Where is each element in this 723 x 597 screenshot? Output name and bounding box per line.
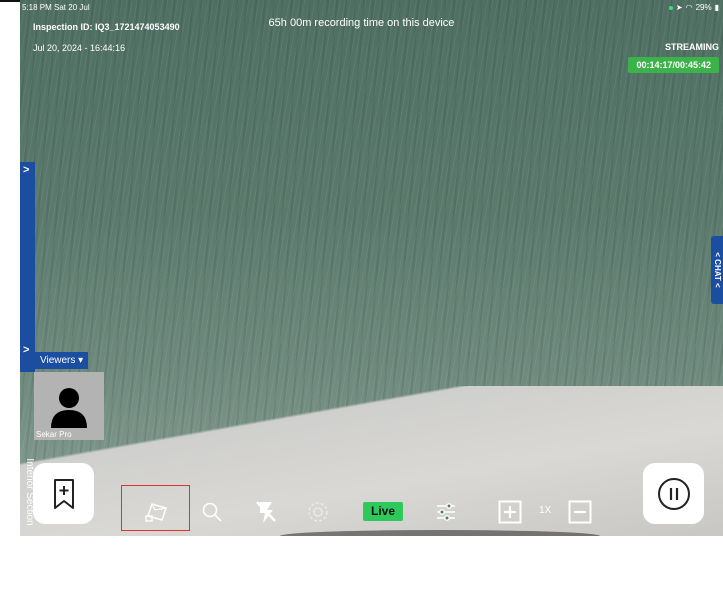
- recording-time-remaining: 65h 00m recording time on this device: [268, 17, 455, 29]
- interior-section-panel[interactable]: > Interior Section >: [20, 162, 35, 526]
- viewers-dropdown[interactable]: Viewers ▾: [35, 352, 89, 369]
- settings-sliders-icon: [437, 503, 455, 521]
- zoom-in-button[interactable]: [497, 497, 523, 527]
- battery-icon: ▮: [714, 3, 719, 12]
- flash-button[interactable]: [252, 497, 280, 527]
- settings-button[interactable]: [433, 497, 459, 527]
- inspection-datetime: Jul 20, 2024 - 16:44:16: [33, 43, 126, 53]
- zoom-out-icon: [568, 500, 592, 524]
- wifi-icon: ◠: [685, 3, 693, 12]
- status-bar: 5:18 PM Sat 20 Jul ➤ ◠ 29% ▮: [20, 2, 723, 14]
- chat-tab[interactable]: < CHAT <: [711, 236, 723, 304]
- battery-percent: 29%: [695, 3, 712, 12]
- chat-label: < CHAT <: [713, 252, 722, 288]
- avatar-icon: [51, 388, 87, 428]
- chevron-right-icon[interactable]: >: [23, 344, 29, 356]
- live-button[interactable]: Live: [363, 502, 403, 521]
- search-icon: [202, 502, 222, 522]
- camera-icon: [145, 503, 167, 522]
- camera-feed: [20, 0, 723, 536]
- streaming-label: STREAMING: [665, 42, 719, 52]
- status-time: 5:18 PM Sat 20 Jul: [22, 3, 90, 12]
- zoom-in-icon: [498, 500, 522, 524]
- flash-off-icon: [256, 501, 276, 523]
- bookmark-plus-icon: [53, 478, 74, 509]
- pause-icon: [657, 477, 690, 510]
- zoom-level: 1X: [539, 505, 552, 516]
- chevron-right-icon[interactable]: >: [23, 164, 29, 176]
- search-button[interactable]: [199, 497, 225, 527]
- location-icon: ➤: [675, 3, 683, 12]
- mic-indicator-icon: [668, 5, 673, 10]
- focus-icon: [308, 502, 328, 522]
- viewer-tile[interactable]: Sekar Pro: [34, 372, 104, 440]
- focus-button[interactable]: [305, 497, 331, 527]
- bookmark-button[interactable]: [33, 463, 94, 524]
- floor-shadow: [280, 530, 600, 536]
- camera-button[interactable]: [143, 497, 171, 527]
- streaming-timer: 00:14:17/00:45:42: [628, 57, 719, 73]
- pause-button[interactable]: [643, 463, 704, 524]
- status-icons: ➤ ◠ 29% ▮: [668, 3, 719, 12]
- viewer-name: Sekar Pro: [36, 430, 72, 439]
- zoom-out-button[interactable]: [567, 497, 593, 527]
